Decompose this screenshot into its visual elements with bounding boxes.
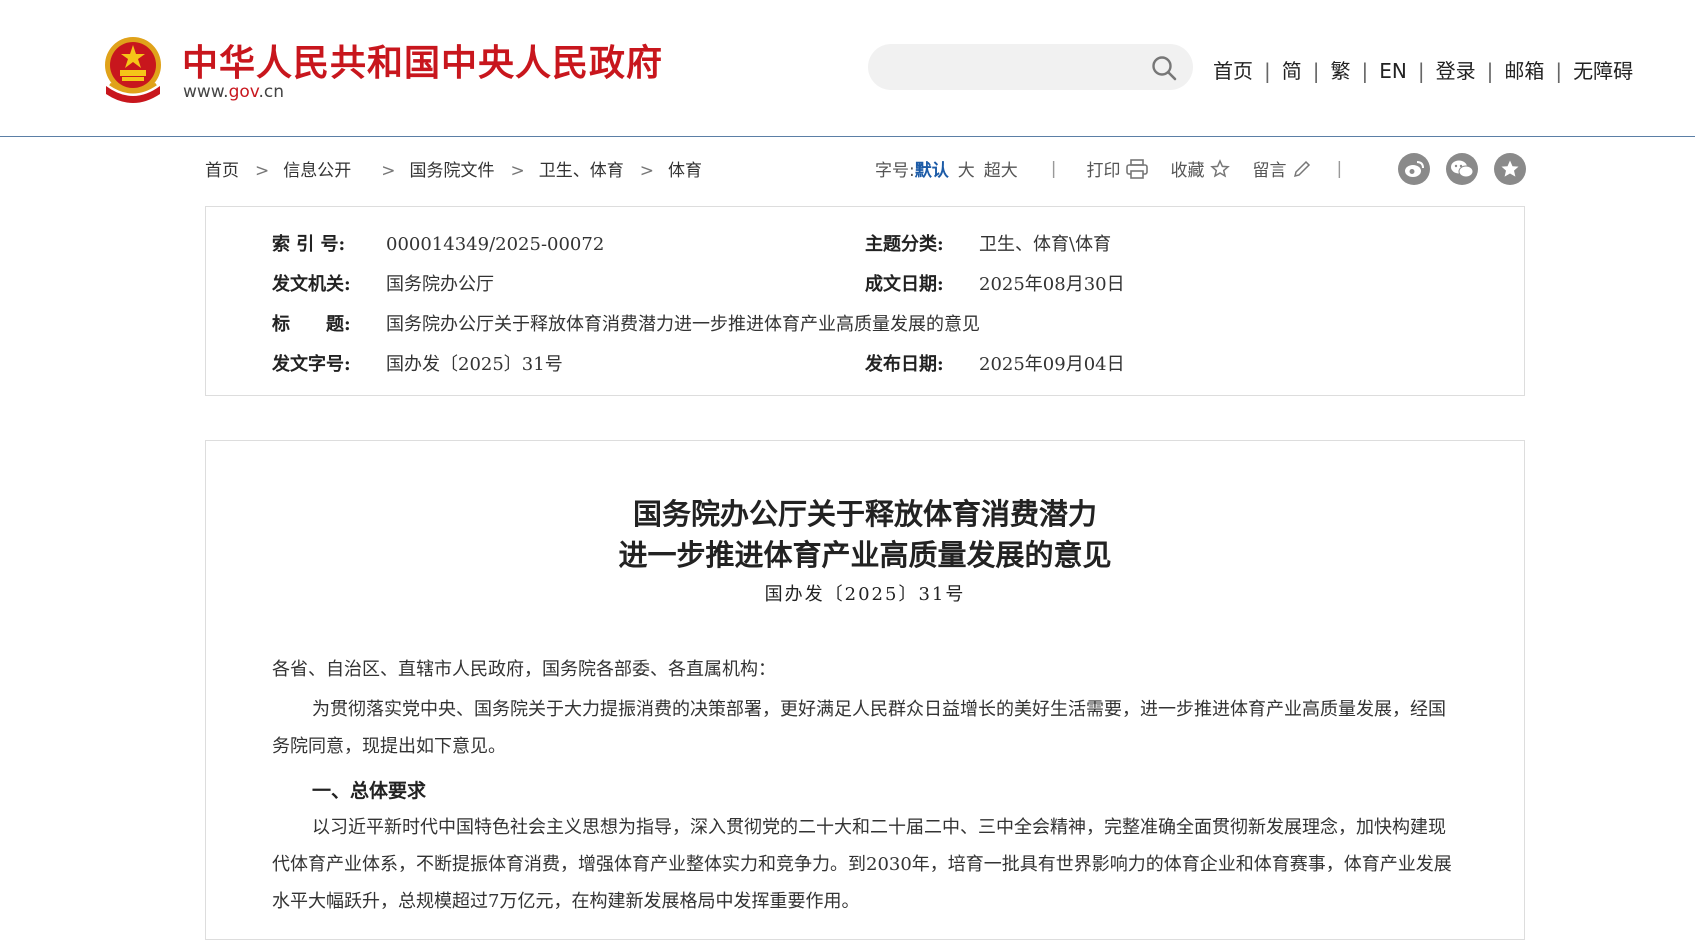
meta-issuer-value: 国务院办公厅: [386, 274, 494, 295]
weibo-icon: [1405, 161, 1424, 177]
nav-traditional[interactable]: 繁: [1331, 59, 1351, 83]
site-header: 中华人民共和国中央人民政府 www.gov.cn 首页 | 简 | 繁 | EN | 登录 | 邮箱…: [0, 0, 1695, 137]
site-url-suffix: .cn: [258, 82, 285, 102]
nav-mail[interactable]: 邮箱: [1504, 59, 1544, 83]
meta-title-value: 国务院办公厅关于释放体育消费潜力进一步推进体育产业高质量发展的意见: [386, 314, 980, 335]
font-size-large[interactable]: 大: [958, 156, 975, 181]
nav-login[interactable]: 登录: [1436, 59, 1476, 83]
print-label: 打印: [1086, 161, 1121, 181]
breadcrumb-state-council-docs[interactable]: 国务院文件: [410, 161, 495, 181]
search-input[interactable]: [886, 50, 1140, 86]
article-salutation: 各省、自治区、直辖市人民政府，国务院各部委、各直属机构：: [272, 659, 776, 680]
site-title[interactable]: 中华人民共和国中央人民政府: [182, 34, 663, 86]
favorite-button[interactable]: 收藏: [1170, 156, 1231, 181]
meta-index-value: 000014349/2025-00072: [386, 234, 605, 255]
site-url[interactable]: www.gov.cn: [183, 82, 284, 102]
print-button[interactable]: 打印: [1086, 156, 1149, 181]
meta-issuer-label: 发文机关:: [272, 274, 351, 295]
chevron-right-icon: >: [510, 161, 525, 181]
article-doc-number: 国办发〔2025〕31号: [764, 584, 966, 605]
wechat-icon: [1451, 160, 1474, 178]
meta-published-value: 2025年09月04日: [979, 354, 1125, 375]
star-share-icon: [1501, 160, 1519, 177]
section-body: 以习近平新时代中国特色社会主义思想为指导，深入贯彻党的二十大和二十届二中、三中全…: [272, 817, 1452, 912]
meta-index: 索 引 号: 000014349/2025-00072: [272, 230, 604, 256]
chevron-right-icon: >: [381, 161, 396, 181]
meta-published-label: 发布日期:: [865, 354, 944, 375]
site-url-gov: gov: [228, 82, 259, 102]
chevron-right-icon: >: [639, 161, 654, 181]
crumb-bar: 首页 > 信息公开 > 国务院文件 > 卫生、体育 > 体育 字号: 默认 大 超大 | 打印 …: [205, 153, 1526, 186]
meta-topic-value: 卫生、体育\体育: [979, 234, 1112, 255]
font-size-label: 字号:: [875, 161, 915, 181]
search-box: [868, 44, 1193, 90]
breadcrumb-home[interactable]: 首页: [205, 161, 239, 181]
star-outline-icon: [1210, 158, 1231, 178]
breadcrumb-info-public[interactable]: 信息公开: [283, 161, 351, 181]
article-title-line-2: 进一步推进体育产业高质量发展的意见: [618, 538, 1112, 572]
article-intro: 为贯彻落实党中央、国务院关于大力提振消费的决策部署，更好满足人民群众日益增长的美…: [272, 699, 1446, 757]
meta-published: 发布日期: 2025年09月04日: [865, 350, 1125, 376]
nav-simplified[interactable]: 简: [1282, 59, 1302, 83]
nav-accessibility[interactable]: 无障碍: [1573, 59, 1633, 83]
favorite-label: 收藏: [1170, 161, 1205, 181]
meta-docno-value: 国办发〔2025〕31号: [386, 354, 563, 375]
pencil-icon: [1294, 160, 1311, 177]
meta-title: 标 题: 国务院办公厅关于释放体育消费潜力进一步推进体育产业高质量发展的意见: [272, 310, 980, 336]
share-buttons: [1398, 153, 1542, 185]
meta-created-label: 成文日期:: [865, 274, 944, 295]
comment-button[interactable]: 留言: [1252, 156, 1312, 181]
meta-topic: 主题分类: 卫生、体育\体育: [865, 230, 1111, 256]
site-url-prefix: www.: [183, 82, 229, 102]
nav-english[interactable]: EN: [1379, 59, 1407, 83]
breadcrumb-sports[interactable]: 体育: [668, 161, 702, 181]
article-body: 国务院办公厅关于释放体育消费潜力 进一步推进体育产业高质量发展的意见 国办发〔2…: [205, 440, 1525, 940]
section-heading: 一、总体要求: [312, 780, 427, 802]
meta-created: 成文日期: 2025年08月30日: [865, 270, 1125, 296]
page-tools: 字号: 默认 大 超大 | 打印 收藏 留言 |: [875, 156, 1372, 182]
article-title-line-1: 国务院办公厅关于释放体育消费潜力: [632, 497, 1097, 531]
breadcrumb: 首页 > 信息公开 > 国务院文件 > 卫生、体育 > 体育: [205, 156, 702, 181]
font-size-default[interactable]: 默认: [915, 156, 949, 181]
printer-icon: [1126, 158, 1149, 179]
nav-home[interactable]: 首页: [1213, 59, 1253, 83]
share-weibo-button[interactable]: [1398, 153, 1430, 185]
share-wechat-button[interactable]: [1446, 153, 1478, 185]
chevron-right-icon: >: [255, 161, 270, 181]
national-emblem-icon: [105, 37, 161, 103]
comment-label: 留言: [1252, 161, 1287, 181]
share-star-button[interactable]: [1494, 153, 1526, 185]
top-nav: 首页 | 简 | 繁 | EN | 登录 | 邮箱 | 无障碍: [1213, 59, 1634, 83]
meta-topic-label: 主题分类:: [865, 234, 944, 255]
meta-created-value: 2025年08月30日: [979, 274, 1125, 295]
meta-docno-label: 发文字号:: [272, 354, 351, 375]
meta-title-label: 标 题:: [272, 314, 351, 335]
document-meta: 索 引 号: 000014349/2025-00072 主题分类: 卫生、体育\体育…: [205, 206, 1525, 396]
breadcrumb-health-sports[interactable]: 卫生、体育: [539, 161, 624, 181]
font-size-xlarge[interactable]: 超大: [984, 156, 1018, 181]
meta-index-label: 索 引 号:: [272, 234, 346, 255]
meta-issuer: 发文机关: 国务院办公厅: [272, 270, 494, 296]
meta-docno: 发文字号: 国办发〔2025〕31号: [272, 350, 563, 376]
search-icon[interactable]: [1151, 55, 1177, 81]
